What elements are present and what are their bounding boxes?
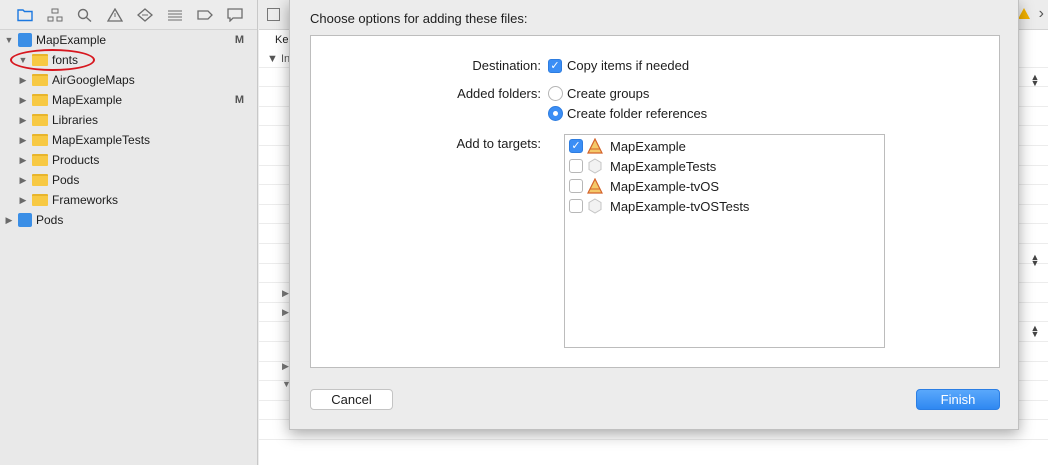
tree-item[interactable]: ▼ MapExample M [0, 30, 258, 50]
disclosure-closed-icon[interactable]: ▶ [18, 75, 28, 86]
disclosure-triangle-icon[interactable]: ▶ [282, 361, 289, 372]
app-icon [587, 177, 603, 194]
tree-item[interactable]: ▶ Products [0, 150, 258, 170]
finish-button[interactable]: Finish [916, 389, 1000, 410]
tree-item[interactable]: ▶ Pods [0, 210, 258, 230]
disclosure-closed-icon[interactable]: ▶ [18, 175, 28, 186]
added-folders-label: Added folders: [457, 86, 541, 101]
create-groups-radio[interactable] [548, 86, 563, 101]
tree-item[interactable]: ▶ Pods [0, 170, 258, 190]
tree-item-label: MapExample [52, 93, 123, 107]
column-header-key: Ke [275, 34, 289, 46]
target-checkbox[interactable] [569, 199, 583, 213]
disclosure-closed-icon[interactable]: ▶ [18, 195, 28, 206]
options-panel: Destination: ✓ Copy items if needed Adde… [310, 35, 1000, 368]
tree-item[interactable]: ▶ MapExampleTests [0, 130, 258, 150]
disclosure-closed-icon[interactable]: ▶ [18, 155, 28, 166]
create-folder-references-radio[interactable] [548, 106, 563, 121]
folder-icon [32, 194, 48, 206]
target-checkbox[interactable] [569, 179, 583, 193]
folder-icon [32, 174, 48, 186]
tag-icon[interactable] [190, 0, 220, 30]
scm-status-badge: M [234, 94, 244, 106]
add-files-options-sheet: Choose options for adding these files: D… [289, 0, 1019, 430]
targets-list: ✓ MapExample MapExampleTests MapExample-tvO… [564, 134, 885, 348]
folder-icon [32, 94, 48, 106]
tree-item-label: MapExample [36, 33, 107, 47]
target-label: MapExample [610, 139, 686, 154]
test-bundle-icon [587, 158, 603, 174]
tree-item-label: Frameworks [52, 193, 119, 207]
copy-items-checkbox[interactable]: ✓ [548, 59, 562, 73]
destination-label: Destination: [472, 58, 541, 73]
tree-item-label: Libraries [52, 113, 99, 127]
project-navigator: ▼ MapExample M ▼ fonts ▶ AirGoogleMaps ▶ MapExam… [0, 0, 258, 465]
list-icon[interactable] [160, 0, 190, 30]
app-icon [587, 137, 603, 154]
tree-item-label: Pods [36, 213, 64, 227]
folder-icon [32, 74, 48, 86]
tree-item[interactable]: ▶ Libraries [0, 110, 258, 130]
folder-icon [32, 134, 48, 146]
cancel-button[interactable]: Cancel [310, 389, 393, 410]
create-folder-references-label[interactable]: Create folder references [567, 106, 707, 121]
chevron-right-icon[interactable]: › [1039, 5, 1044, 23]
target-row[interactable]: MapExample-tvOSTests [565, 196, 884, 216]
stepper-icon[interactable]: ▲ ▼ [1030, 324, 1040, 339]
target-label: MapExample-tvOS [610, 179, 720, 194]
tree-item[interactable]: ▶ AirGoogleMaps [0, 70, 258, 90]
disclosure-closed-icon[interactable]: ▶ [4, 215, 14, 226]
disclosure-closed-icon[interactable]: ▶ [18, 95, 28, 106]
target-row[interactable]: ✓ MapExample [565, 136, 884, 156]
test-bundle-icon [587, 198, 603, 214]
target-checkbox[interactable] [569, 159, 583, 173]
project-icon [18, 33, 32, 47]
disclosure-triangle-icon[interactable]: ▶ [282, 288, 289, 299]
scm-status-badge: M [234, 34, 244, 46]
tree-item[interactable]: ▶ Frameworks [0, 190, 258, 210]
target-label: MapExample-tvOSTests [610, 199, 750, 214]
navigator-toolbar [0, 0, 257, 30]
disclosure-closed-icon[interactable]: ▶ [18, 135, 28, 146]
project-icon [18, 213, 32, 227]
sheet-title: Choose options for adding these files: [310, 11, 528, 26]
disclosure-closed-icon[interactable]: ▶ [18, 115, 28, 126]
disclosure-open-icon[interactable]: ▼ [4, 35, 14, 45]
copy-items-label[interactable]: Copy items if needed [567, 58, 689, 73]
search-icon[interactable] [70, 0, 100, 30]
tree-item-label: MapExampleTests [52, 133, 151, 147]
create-groups-label[interactable]: Create groups [567, 86, 649, 101]
disclosure-triangle-icon[interactable]: ▶ [282, 307, 289, 318]
folder-icon[interactable] [10, 0, 40, 30]
tree-item-label: Pods [52, 173, 80, 187]
targets-label: Add to targets: [456, 136, 541, 151]
tree-item-label: Products [52, 153, 100, 167]
tree-item[interactable]: ▶ MapExample M [0, 90, 258, 110]
warning-icon[interactable] [100, 0, 130, 30]
stepper-icon[interactable]: ▲ ▼ [1030, 73, 1040, 88]
warning-icon[interactable] [1018, 8, 1030, 19]
target-checkbox[interactable]: ✓ [569, 139, 583, 153]
folder-icon [32, 114, 48, 126]
folder-icon [32, 154, 48, 166]
target-row[interactable]: MapExampleTests [565, 156, 884, 176]
target-label: MapExampleTests [610, 159, 717, 174]
diamond-icon[interactable] [130, 0, 160, 30]
comment-icon[interactable] [220, 0, 250, 30]
red-annotation-circle [10, 49, 95, 71]
target-row[interactable]: MapExample-tvOS [565, 176, 884, 196]
grid-icon[interactable] [267, 8, 280, 21]
tree-item-label: AirGoogleMaps [52, 73, 135, 87]
stepper-icon[interactable]: ▲ ▼ [1030, 253, 1040, 268]
hierarchy-icon[interactable] [40, 0, 70, 30]
